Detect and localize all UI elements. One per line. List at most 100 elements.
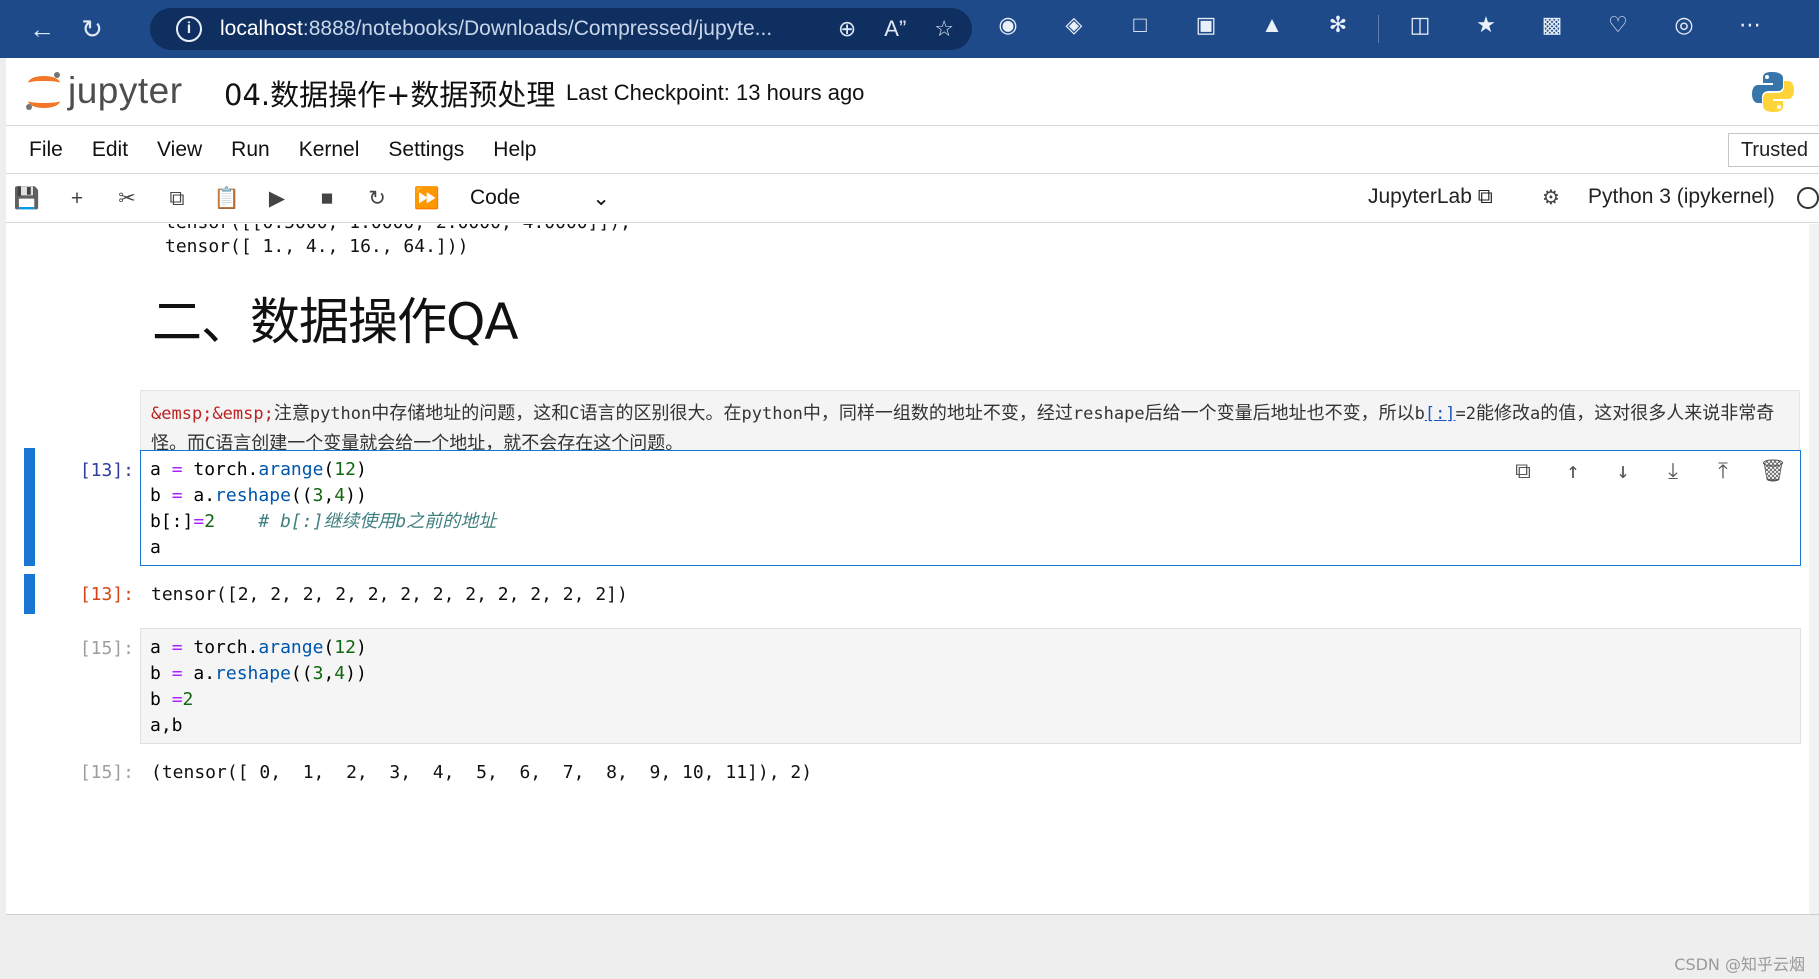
move-down-icon[interactable]: ↓ [1608, 459, 1638, 484]
md-text: 语言的区别很大。在 [579, 403, 742, 424]
md-text: b [1414, 404, 1425, 424]
collections-icon[interactable]: ▩ [1534, 12, 1570, 38]
kernel-status-icon [1797, 187, 1819, 209]
cut-icon[interactable]: ✂ [102, 186, 152, 211]
jupyterlab-label: JupyterLab [1368, 185, 1472, 208]
checkpoint-status: Last Checkpoint: 13 hours ago [566, 80, 865, 105]
favorite-star-icon[interactable]: ☆ [934, 16, 954, 42]
cell-type-value: Code [470, 186, 521, 209]
code-line: b = a.reshape((3,4)) [150, 485, 367, 506]
copy-icon[interactable]: ⧉ [152, 187, 202, 211]
copilot-icon[interactable]: ◎ [1666, 12, 1702, 38]
notebook-toolbar: 💾 + ✂ ⧉ 📋 ▶ ■ ↻ ⏩ Code ⌄ JupyterLab ⧉ ⚙ … [6, 175, 1819, 223]
md-text: C [569, 404, 580, 424]
code-line: b[:]=2 # b[:]继续使用b之前的地址 [150, 511, 497, 532]
menu-settings[interactable]: Settings [388, 138, 464, 162]
extension-4-icon[interactable]: ▣ [1188, 12, 1224, 38]
section-heading[interactable]: 二、数据操作QA [152, 282, 519, 354]
notebook-panel: tensor([[0.5000, 1.0000, 2.0000, 4.0000]… [6, 224, 1819, 914]
paste-icon[interactable]: 📋 [202, 187, 252, 211]
cell-type-select[interactable]: Code ⌄ [470, 186, 610, 211]
code-cell-input[interactable]: a = torch.arange(12) b = a.reshape((3,4)… [140, 628, 1801, 744]
cell-output: tensor([2, 2, 2, 2, 2, 2, 2, 2, 2, 2, 2,… [151, 584, 628, 605]
chevron-down-icon: ⌄ [592, 187, 610, 210]
toolbar-separator [1378, 15, 1379, 43]
run-icon[interactable]: ▶ [252, 186, 302, 211]
menu-file[interactable]: File [29, 138, 63, 162]
extension-3-icon[interactable]: □ [1122, 12, 1158, 38]
info-icon[interactable]: i [176, 16, 202, 42]
performance-icon[interactable]: ♡ [1600, 12, 1636, 38]
previous-output-line: tensor([ 1., 4., 16., 64.])) [165, 236, 469, 257]
md-text: 能修改 [1476, 403, 1531, 424]
trusted-indicator[interactable]: Trusted [1727, 133, 1819, 167]
input-prompt: [13]: [79, 460, 134, 481]
debugger-icon[interactable]: ⚙ [1542, 185, 1560, 210]
menu-run[interactable]: Run [231, 138, 270, 162]
extension-1-icon[interactable]: ◉ [990, 12, 1026, 38]
code-line: a [150, 537, 161, 558]
save-icon[interactable]: 💾 [2, 187, 52, 211]
insert-above-icon[interactable]: ⤒ [1708, 459, 1738, 484]
md-text: &emsp;&emsp; [151, 404, 274, 424]
notebook-scrollbar[interactable] [1809, 224, 1819, 914]
move-up-icon[interactable]: ↑ [1558, 459, 1588, 484]
back-icon[interactable]: ← [22, 9, 62, 49]
code-line: a,b [150, 715, 183, 736]
menu-kernel[interactable]: Kernel [299, 138, 360, 162]
restart-icon[interactable]: ↻ [352, 186, 402, 211]
output-prompt: [15]: [79, 762, 134, 783]
menu-help[interactable]: Help [493, 138, 536, 162]
md-text: a [1530, 404, 1541, 424]
extension-2-icon[interactable]: ◈ [1056, 12, 1092, 38]
jupyter-app: jupyter 04.数据操作+数据预处理 Last Checkpoint: 1… [6, 58, 1819, 979]
code-line: b =2 [150, 689, 194, 710]
python-logo-icon [1752, 72, 1794, 112]
refresh-icon[interactable]: ↻ [72, 9, 112, 49]
duplicate-cell-icon[interactable]: ⧉ [1508, 459, 1538, 484]
code-line: b = a.reshape((3,4)) [150, 663, 367, 684]
code-line: a = torch.arange(12) [150, 637, 367, 658]
browser-toolbar: ← ↻ i localhost:8888/notebooks/Downloads… [0, 0, 1819, 58]
read-aloud-icon[interactable]: A” [884, 16, 906, 42]
jupyter-logo[interactable]: jupyter [26, 70, 183, 112]
split-screen-icon[interactable]: ◫ [1402, 12, 1438, 38]
insert-cell-icon[interactable]: + [52, 187, 102, 211]
watermark: CSDN @知乎云烟 [1674, 955, 1805, 974]
notebook-title[interactable]: 04.数据操作+数据预处理 [224, 72, 555, 114]
url-path: :8888/notebooks/Downloads/Compressed/jup… [302, 17, 773, 40]
page-footer: CSDN @知乎云烟 [6, 914, 1819, 979]
previous-output-line: tensor([[0.5000, 1.0000, 2.0000, 4.0000]… [165, 224, 631, 233]
code-cell-input[interactable]: a = torch.arange(12) b = a.reshape((3,4)… [140, 450, 1801, 566]
menu-bar: File Edit View Run Kernel Settings Help … [6, 127, 1819, 174]
open-jupyterlab-link[interactable]: JupyterLab ⧉ [1368, 185, 1493, 209]
delete-cell-icon[interactable]: 🗑 [1758, 459, 1788, 484]
md-text: python [741, 404, 803, 424]
more-icon[interactable]: ⋯ [1732, 12, 1768, 38]
external-link-icon: ⧉ [1477, 185, 1493, 208]
input-prompt: [15]: [79, 638, 134, 659]
md-text: reshape [1072, 404, 1145, 424]
kernel-name[interactable]: Python 3 (ipykernel) [1588, 185, 1775, 209]
notebook-header: jupyter 04.数据操作+数据预处理 Last Checkpoint: 1… [6, 58, 1819, 126]
fast-forward-icon[interactable]: ⏩ [402, 187, 452, 211]
md-link[interactable]: [:] [1425, 404, 1456, 424]
md-text: 中存储地址的问题，这和 [371, 403, 570, 424]
cell-output: (tensor([ 0, 1, 2, 3, 4, 5, 6, 7, 8, 9, … [151, 762, 813, 783]
md-text: =2 [1455, 404, 1477, 424]
menu-edit[interactable]: Edit [92, 138, 128, 162]
stop-icon[interactable]: ■ [302, 187, 352, 211]
menu-view[interactable]: View [157, 138, 202, 162]
insert-below-icon[interactable]: ⤓ [1658, 459, 1688, 484]
cell-toolbar: ⧉ ↑ ↓ ⤓ ⤒ 🗑 [1508, 459, 1788, 484]
output-prompt: [13]: [79, 584, 134, 605]
address-bar[interactable]: i localhost:8888/notebooks/Downloads/Com… [150, 8, 972, 50]
extensions-icon[interactable]: ✻ [1320, 12, 1356, 38]
md-text: 后给一个变量后地址也不变，所以 [1144, 403, 1415, 424]
logo-text: jupyter [68, 70, 183, 111]
favorites-icon[interactable]: ★ [1468, 12, 1504, 38]
md-text: 中，同样一组数的地址不变，经过 [802, 403, 1073, 424]
zoom-icon[interactable]: ⊕ [838, 16, 856, 42]
extension-5-icon[interactable]: ▲ [1254, 12, 1290, 38]
md-text: 注意 [273, 403, 310, 424]
